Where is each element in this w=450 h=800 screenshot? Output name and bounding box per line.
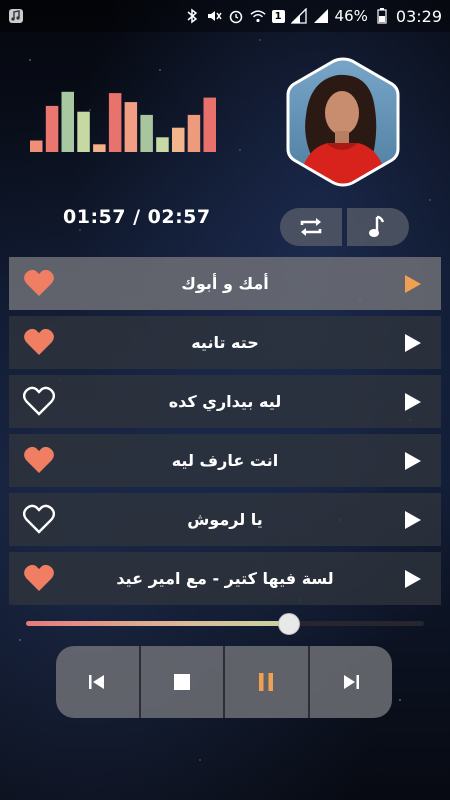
equalizer-visualizer: [30, 91, 216, 152]
playlist: أمك و أبوك حته تانيه ليه بيداري كده انت …: [9, 257, 441, 611]
track-title: لسة فيها كتير - مع امير عيد: [116, 569, 334, 588]
music-app-notification-icon: [8, 8, 24, 24]
track-row[interactable]: انت عارف ليه: [9, 434, 441, 487]
status-bar: 1 46% 03:29: [0, 0, 450, 32]
equalizer-bar: [172, 127, 185, 152]
equalizer-bar: [108, 93, 122, 152]
heart-icon[interactable]: [23, 445, 55, 475]
track-title: أمك و أبوك: [181, 274, 269, 293]
battery-percent: 46%: [334, 7, 368, 25]
repeat-button[interactable]: [280, 208, 342, 246]
track-row[interactable]: لسة فيها كتير - مع امير عيد: [9, 552, 441, 605]
equalizer-bar: [124, 102, 138, 152]
sim-badge: 1: [271, 9, 285, 23]
track-row[interactable]: أمك و أبوك: [9, 257, 441, 310]
seek-progress: [26, 621, 289, 626]
artist-avatar: [276, 55, 410, 189]
music-note-icon: [369, 215, 385, 237]
track-row[interactable]: ليه بيداري كده: [9, 375, 441, 428]
play-icon[interactable]: [405, 393, 421, 411]
track-row[interactable]: يا لرموش: [9, 493, 441, 546]
play-icon[interactable]: [405, 334, 421, 352]
no-sim-icon: [313, 8, 329, 24]
pause-button[interactable]: [225, 646, 310, 718]
battery-icon: [374, 8, 390, 24]
mute-icon: [206, 8, 222, 24]
track-row[interactable]: حته تانيه: [9, 316, 441, 369]
equalizer-bar: [156, 137, 169, 152]
stop-icon: [173, 674, 190, 690]
equalizer-bar: [30, 140, 43, 152]
seek-handle[interactable]: [277, 613, 300, 635]
heart-icon[interactable]: [23, 563, 55, 593]
seek-bar[interactable]: [26, 612, 424, 636]
repeat-icon: [300, 218, 322, 236]
heart-icon[interactable]: [23, 504, 55, 534]
pause-icon: [259, 673, 274, 691]
transport-controls: [56, 646, 392, 718]
track-title: حته تانيه: [191, 333, 259, 352]
next-button[interactable]: [309, 646, 392, 718]
play-icon[interactable]: [405, 452, 421, 470]
equalizer-bar: [93, 144, 106, 152]
skip-next-icon: [343, 675, 359, 689]
music-library-button[interactable]: [347, 208, 409, 246]
heart-icon[interactable]: [23, 386, 55, 416]
equalizer-bar: [77, 111, 90, 152]
equalizer-bar: [140, 114, 153, 152]
track-title: ليه بيداري كده: [168, 392, 282, 411]
equalizer-bar: [187, 114, 201, 152]
heart-icon[interactable]: [23, 327, 55, 357]
signal-icon: [290, 8, 307, 24]
wifi-icon: [249, 8, 266, 24]
playback-time: 01:57 / 02:57: [63, 206, 211, 228]
equalizer-bar: [45, 105, 59, 152]
track-title: انت عارف ليه: [171, 451, 279, 470]
previous-button[interactable]: [56, 646, 141, 718]
alarm-icon: [228, 8, 244, 24]
track-title: يا لرموش: [187, 510, 263, 529]
equalizer-bar: [203, 97, 216, 152]
play-icon[interactable]: [405, 570, 421, 588]
stop-button[interactable]: [140, 646, 225, 718]
bluetooth-icon: [184, 8, 200, 24]
clock: 03:29: [395, 6, 442, 26]
play-icon[interactable]: [405, 511, 421, 529]
heart-icon[interactable]: [23, 268, 55, 298]
equalizer-bar: [61, 91, 74, 152]
play-icon[interactable]: [405, 275, 421, 293]
skip-previous-icon: [89, 675, 105, 689]
